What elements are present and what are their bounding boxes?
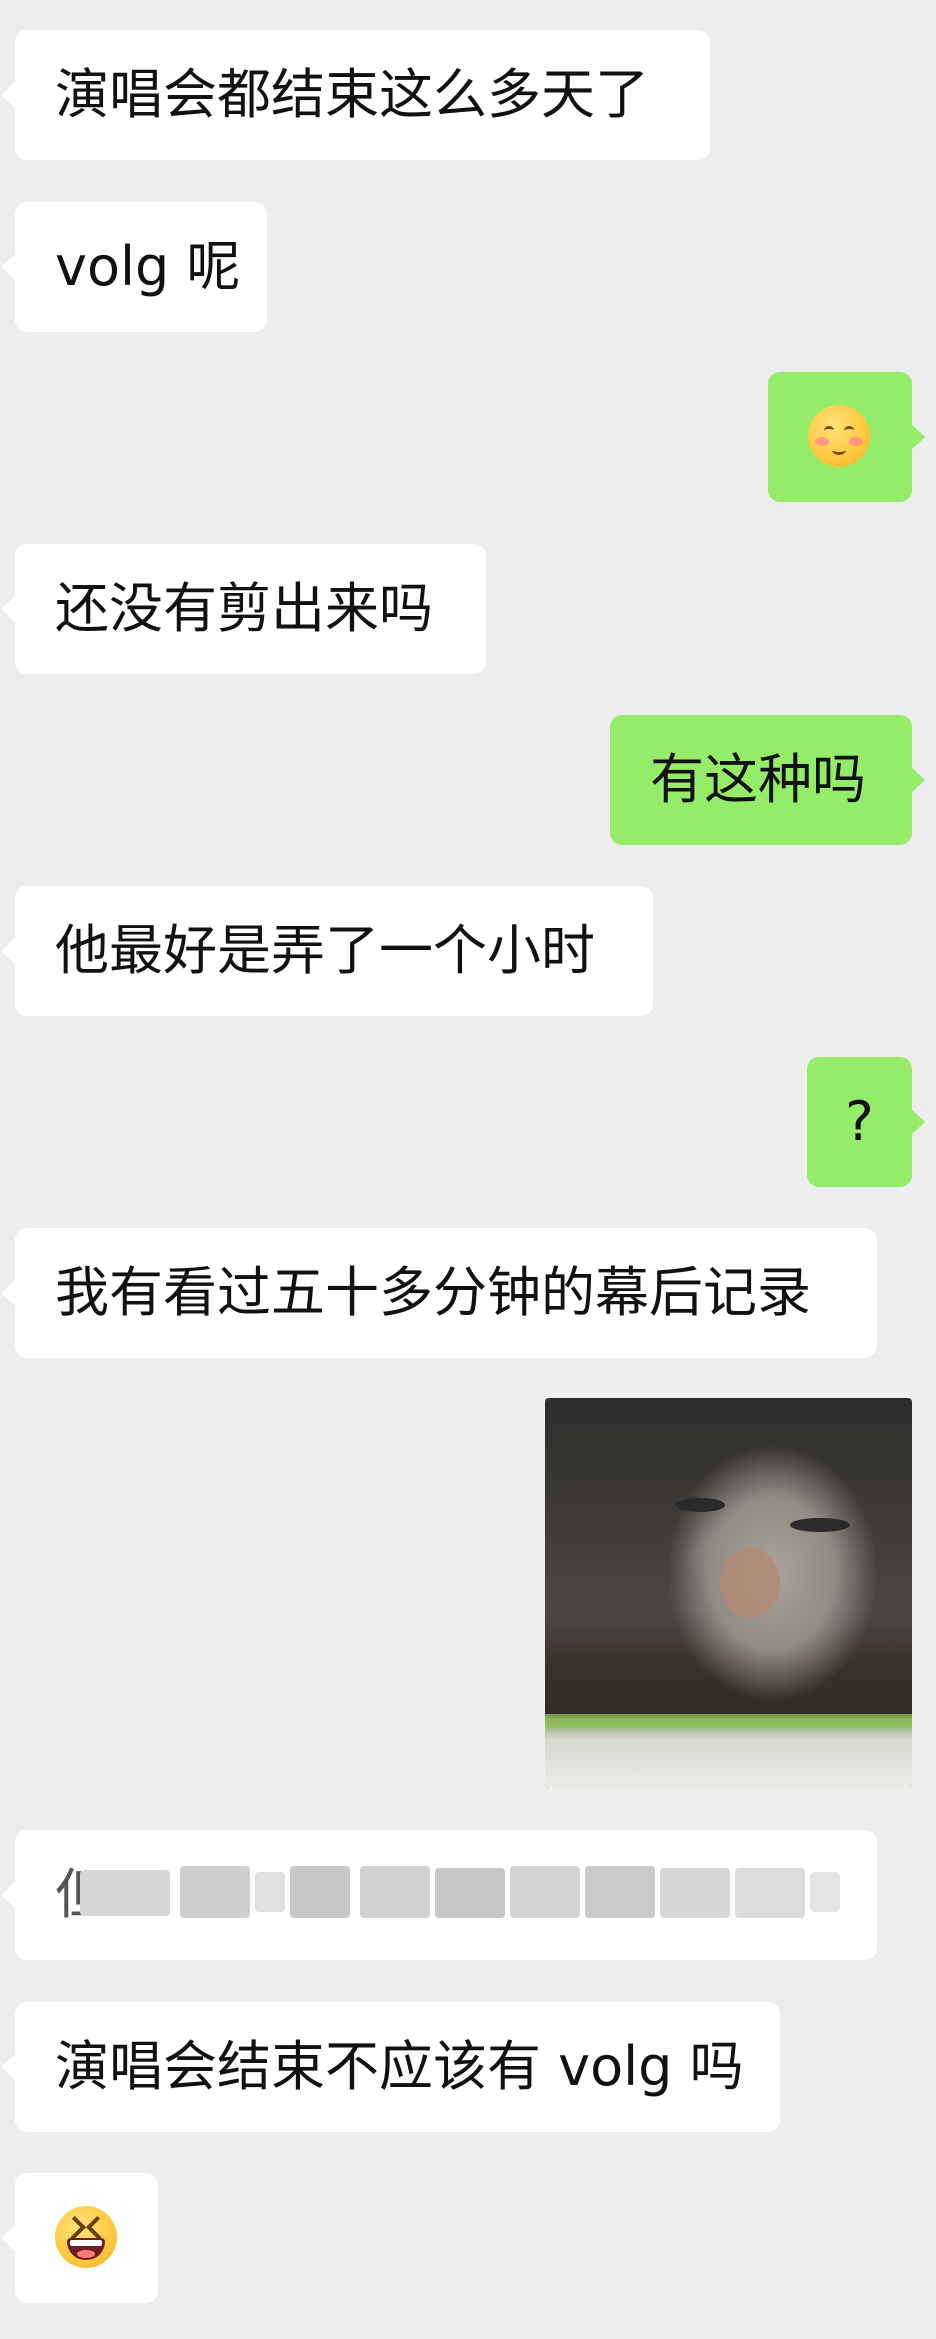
message-incoming-3[interactable]: 还没有剪出来吗: [0, 544, 936, 674]
bubble-tail: [911, 767, 925, 793]
message-text: 我有看过五十多分钟的幕后记录: [55, 1261, 811, 1324]
message-bubble[interactable]: 我有看过五十多分钟的幕后记录: [15, 1228, 877, 1358]
bubble-tail: [1, 2225, 15, 2251]
message-bubble[interactable]: 他最好是弄了一个小时: [15, 886, 653, 1016]
bubble-tail: [1, 254, 15, 280]
message-bubble[interactable]: 演唱会结束不应该有 volg 吗: [15, 2002, 780, 2132]
message-bubble[interactable]: 还没有剪出来吗: [15, 544, 486, 674]
message-text: volg 呢: [55, 235, 241, 298]
message-incoming-redacted[interactable]: 但: [0, 1830, 936, 1960]
message-incoming-emoji[interactable]: [0, 2173, 936, 2303]
message-bubble[interactable]: [15, 2173, 158, 2303]
message-outgoing-emoji[interactable]: [0, 372, 936, 502]
message-incoming-4[interactable]: 他最好是弄了一个小时: [0, 886, 936, 1016]
message-incoming-2[interactable]: volg 呢: [0, 202, 936, 332]
bubble-tail: [1, 938, 15, 964]
message-incoming-5[interactable]: 我有看过五十多分钟的幕后记录: [0, 1228, 936, 1358]
message-outgoing-2[interactable]: 有这种吗: [0, 715, 936, 845]
message-outgoing-image[interactable]: [0, 1398, 936, 1790]
bubble-tail: [1, 82, 15, 108]
message-text: 还没有剪出来吗: [55, 577, 433, 640]
bubble-tail: [1, 1280, 15, 1306]
message-text: 演唱会都结束这么多天了: [55, 63, 649, 126]
bubble-tail: [1, 1882, 15, 1908]
message-bubble[interactable]: 演唱会都结束这么多天了: [15, 30, 710, 160]
message-bubble[interactable]: 有这种吗: [610, 715, 912, 845]
message-bubble[interactable]: [768, 372, 912, 502]
bubble-tail: [1, 2054, 15, 2080]
bubble-tail: [1, 596, 15, 622]
message-outgoing-3[interactable]: ?: [0, 1057, 936, 1187]
redaction-blur: [40, 1862, 850, 1926]
message-incoming-1[interactable]: 演唱会都结束这么多天了: [0, 30, 936, 160]
bubble-tail: [911, 1109, 925, 1135]
cat-photo[interactable]: [545, 1398, 912, 1788]
laughing-squinting-face-emoji: [55, 2206, 117, 2268]
blushing-face-emoji: [808, 405, 870, 467]
message-incoming-6[interactable]: 演唱会结束不应该有 volg 吗: [0, 2002, 936, 2132]
message-text: 演唱会结束不应该有 volg 吗: [55, 2035, 744, 2098]
message-text: 他最好是弄了一个小时: [55, 919, 595, 982]
bubble-tail: [911, 424, 925, 450]
message-text: 有这种吗: [650, 748, 866, 811]
message-bubble[interactable]: ?: [807, 1057, 912, 1187]
message-text: ?: [845, 1090, 874, 1153]
message-bubble[interactable]: volg 呢: [15, 202, 267, 332]
